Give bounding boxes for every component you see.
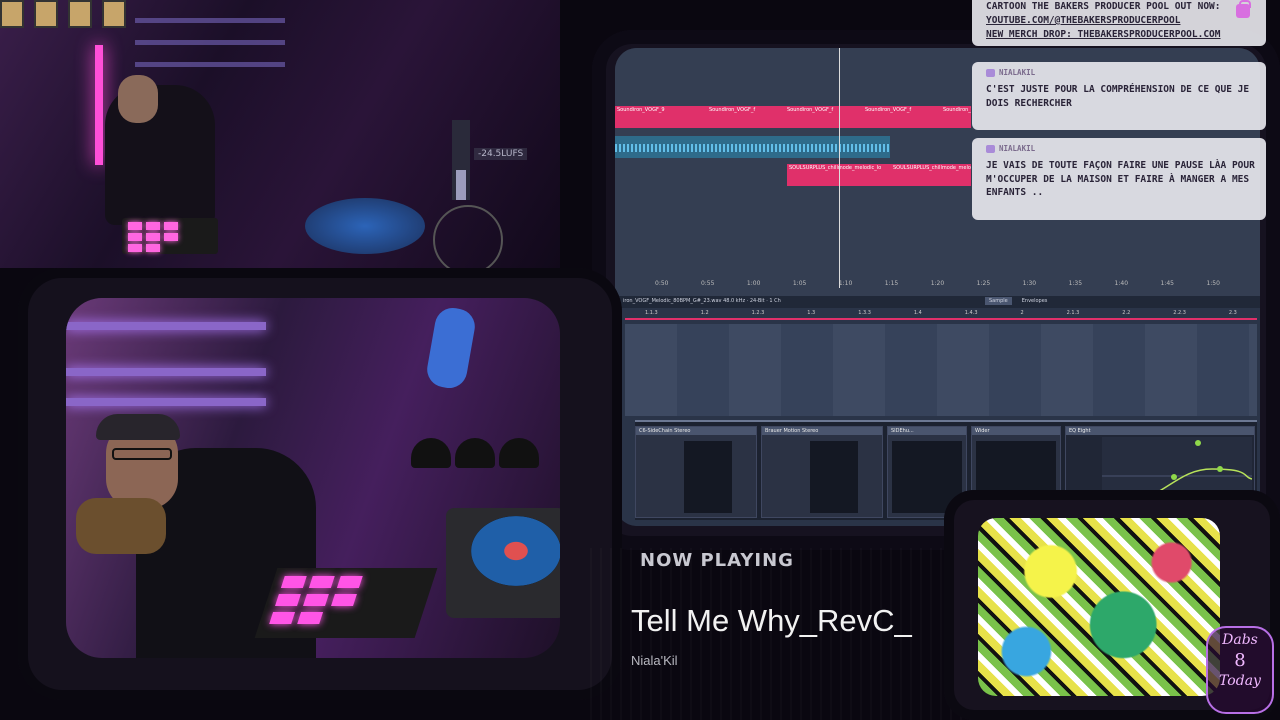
time-marker: 1:40 <box>1114 280 1129 287</box>
device-title: SIDEhu... <box>888 427 966 435</box>
chat-message: NIALAKIL JE VAIS DE TOUTE FAÇON FAIRE UN… <box>972 138 1266 220</box>
streamer-head <box>118 75 158 123</box>
beat-marker: 2.3 <box>1228 310 1237 316</box>
time-marker: 0:55 <box>700 280 715 287</box>
vinyl-record <box>471 516 560 586</box>
shopping-bag-icon <box>1236 0 1251 18</box>
time-marker: 1:45 <box>1160 280 1174 287</box>
detail-tabs: Sample Envelopes <box>985 297 1051 305</box>
chat-message: NIALAKIL C'EST JUSTE POUR LA COMPRÉHENSI… <box>972 62 1266 130</box>
logo-line: 8 <box>1234 650 1246 671</box>
time-marker: 1:15 <box>884 280 899 287</box>
beat-marker: 2.2 <box>1122 310 1131 316</box>
audio-clip[interactable]: Soundiron_VOGF_f <box>941 106 971 128</box>
time-marker: 1:20 <box>930 280 945 287</box>
tab-sample[interactable]: Sample <box>985 297 1012 305</box>
pillow <box>76 498 166 554</box>
now-playing-artist: Niala'Kil <box>631 653 678 668</box>
playhead[interactable] <box>839 48 840 288</box>
beat-marker: 1.4.3 <box>964 310 978 316</box>
chat-text: JE VAIS DE TOUTE FAÇON FAIRE UNE PAUSE L… <box>986 159 1255 199</box>
audio-clip-waveform[interactable] <box>615 136 890 158</box>
chat-username: NIALAKIL <box>986 68 1256 79</box>
device-title: Wider <box>972 427 1060 435</box>
beat-marker: 1.3.3 <box>858 310 871 316</box>
sample-editor[interactable] <box>625 324 1257 416</box>
shelf <box>66 368 266 376</box>
device-title: Brauer Motion Stereo <box>762 427 882 435</box>
twitch-badge-icon <box>986 69 995 78</box>
audio-clip[interactable]: Soundiron_VOGF_f <box>785 106 863 128</box>
chat-link[interactable]: NEW MERCH DROP: THEBAKERSPRODUCERPOOL.CO… <box>986 28 1256 42</box>
shelf <box>66 398 266 406</box>
lufs-readout: -24.5LUFS <box>474 148 528 160</box>
time-marker: 1:05 <box>792 280 807 287</box>
time-marker: 1:25 <box>976 280 991 287</box>
beat-marker: 1.2.3 <box>751 310 765 316</box>
beat-marker: 1.2 <box>700 310 709 316</box>
drum-pad-controller <box>254 568 438 638</box>
level-meter <box>452 120 470 200</box>
logo-line: Today <box>1219 673 1261 689</box>
audio-clip[interactable]: Soundiron_VOGF_f <box>863 106 941 128</box>
device-display <box>684 441 732 513</box>
beat-marker: 1.1.3 <box>645 310 658 316</box>
visualizer-screen <box>978 518 1220 696</box>
guitar <box>424 305 478 391</box>
device-title: EQ Eight <box>1066 427 1254 435</box>
beat-marker: 1.4 <box>913 310 922 316</box>
clip-info: iron_VOGF_Melodic_80BPM_G#_23.wav 48.0 k… <box>623 298 781 304</box>
chat-line: CARTOON THE BAKERS PRODUCER POOL OUT NOW… <box>986 1 1221 12</box>
chat-text: C'EST JUSTE POUR LA COMPRÉHENSION DE CE … <box>986 83 1250 109</box>
neon-light <box>95 45 103 165</box>
wall-frames <box>0 0 126 28</box>
dabs-today-logo: Dabs 8 Today <box>1206 626 1274 714</box>
round-rug <box>305 198 425 254</box>
main-webcam-feed <box>66 298 560 658</box>
time-marker: 1:00 <box>746 280 761 287</box>
streamer-cap <box>96 414 180 440</box>
clip-ruler[interactable]: 1.1.3 1.2 1.2.3 1.3 1.3.3 1.4 1.4.3 2 2.… <box>625 310 1257 320</box>
audio-clip[interactable]: Soundiron_VOGF_9 <box>615 106 707 128</box>
now-playing-title: Tell Me Why_RevC_ <box>631 603 912 638</box>
beat-marker: 2 <box>1020 310 1024 316</box>
chat-message-pinned: CARTOON THE BAKERS PRODUCER POOL OUT NOW… <box>972 0 1266 46</box>
beat-marker: 2.2.3 <box>1173 310 1186 316</box>
time-marker: 1:30 <box>1022 280 1037 287</box>
audio-clip[interactable]: Soundiron_VOGF_f <box>707 106 785 128</box>
chat-username: NIALAKIL <box>986 144 1256 155</box>
caps-display <box>411 438 539 468</box>
logo-line: Dabs <box>1222 632 1258 648</box>
time-marker: 1:35 <box>1068 280 1083 287</box>
beat-marker: 2.1.3 <box>1066 310 1080 316</box>
drum-pad-controller <box>122 218 218 254</box>
glasses <box>112 448 172 460</box>
device-display <box>810 441 858 513</box>
device-title: C6-SideChain Stereo <box>636 427 756 435</box>
shelf <box>135 18 285 23</box>
chat-link[interactable]: YOUTUBE.COM/@THEBAKERSPRODUCERPOOL <box>986 14 1256 28</box>
twitch-badge-icon <box>986 145 995 154</box>
time-marker: 0:50 <box>655 280 669 287</box>
radar-ring <box>433 205 503 268</box>
now-playing-label: NOW PLAYING <box>640 550 794 571</box>
time-marker: 1:10 <box>838 280 853 287</box>
tab-envelopes[interactable]: Envelopes <box>1018 297 1052 305</box>
device-sidechain[interactable]: C6-SideChain Stereo <box>635 426 757 518</box>
shelf <box>135 40 285 45</box>
top-webcam-feed: -24.5LUFS <box>0 0 560 268</box>
timeline-ruler[interactable]: 0:50 0:55 1:00 1:05 1:10 1:15 1:20 1:25 … <box>615 280 1260 292</box>
device-brauer-motion[interactable]: Brauer Motion Stereo <box>761 426 883 518</box>
shelf <box>66 322 266 330</box>
shelf <box>135 62 285 67</box>
time-marker: 1:50 <box>1206 280 1220 287</box>
clip-detail-bar: iron_VOGF_Melodic_80BPM_G#_23.wav 48.0 k… <box>615 296 1260 308</box>
audio-clip[interactable]: SOULSURPLUS_chillmode_melodic <box>891 164 971 186</box>
beat-marker: 1.3 <box>807 310 816 316</box>
